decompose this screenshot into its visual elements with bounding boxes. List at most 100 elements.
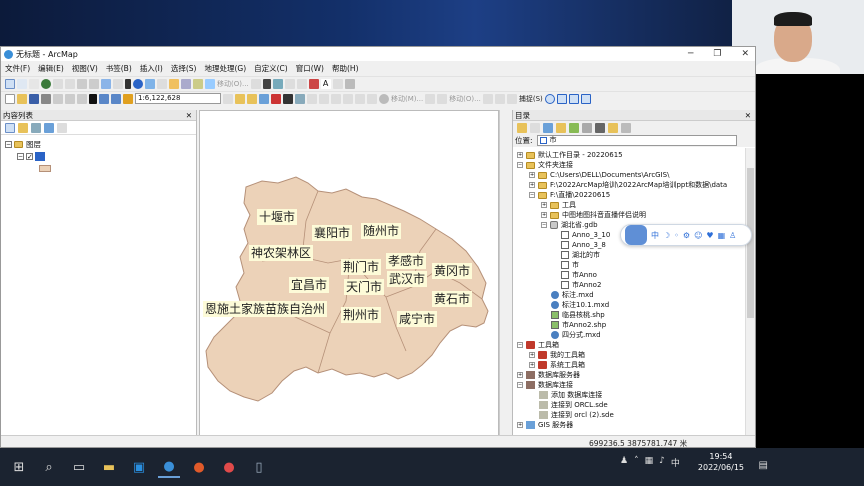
maximize-button[interactable]: ❐: [713, 47, 721, 61]
rotate-icon[interactable]: [355, 93, 365, 104]
tree-item[interactable]: 标注10.1.mxd: [551, 300, 609, 310]
sync-icon[interactable]: [621, 122, 631, 133]
list-by-selection-icon[interactable]: [44, 122, 54, 133]
new-document-icon[interactable]: [5, 93, 15, 104]
clock[interactable]: 19:54 2022/06/15: [698, 451, 744, 473]
add-data-icon[interactable]: [123, 93, 133, 104]
tree-item[interactable]: + 系统工具箱: [529, 360, 585, 370]
options-icon[interactable]: [57, 122, 67, 133]
tree-item[interactable]: − 文件夹连接: [517, 160, 573, 170]
list-by-visibility-icon[interactable]: [31, 122, 41, 133]
search-window-icon[interactable]: [259, 93, 269, 104]
task-view-icon[interactable]: ▭: [68, 456, 90, 478]
tree-item[interactable]: Anno_3_10: [561, 230, 610, 240]
edit-tool-icon[interactable]: [250, 78, 261, 89]
circle-icon[interactable]: [296, 78, 307, 89]
open-icon[interactable]: [17, 93, 27, 104]
menu-view[interactable]: 视图(V): [68, 63, 102, 74]
tree-item[interactable]: 四分式.mxd: [551, 330, 601, 340]
georef-icon[interactable]: [307, 93, 317, 104]
tree-item[interactable]: + 中图地图抖音直播伴侣说明: [541, 210, 646, 220]
home-icon[interactable]: [556, 122, 566, 133]
floatbar-item[interactable]: ☽: [663, 231, 670, 240]
forward-icon[interactable]: [89, 78, 99, 89]
tree-item[interactable]: + 工具: [541, 200, 576, 210]
views-icon[interactable]: [595, 122, 605, 133]
tree-item[interactable]: 添加 数据库连接: [539, 390, 602, 400]
html-popup-icon[interactable]: [181, 78, 191, 89]
tree-item[interactable]: 湖北的市: [561, 250, 600, 260]
arctoolbox-icon[interactable]: [271, 93, 281, 104]
assistant-floating-toolbar[interactable]: 中 ☽ ◦ ⚙ ☺ ♥ ▦ ♙: [620, 224, 752, 246]
undo-icon[interactable]: [99, 93, 109, 104]
tree-item[interactable]: + GIS 服务器: [517, 420, 573, 430]
floatbar-item[interactable]: ♙: [729, 231, 736, 240]
python-icon[interactable]: [283, 93, 293, 104]
sketch-icon[interactable]: [379, 93, 389, 104]
list-by-source-icon[interactable]: [18, 122, 28, 133]
attributes-icon[interactable]: [367, 93, 377, 104]
map-view[interactable]: 十堰市 襄阳市 随州市 神农架林区 孝感市 荆门市 黄冈市 宜昌市 武汉市 天门…: [199, 110, 499, 436]
tree-item[interactable]: − 工具箱: [517, 340, 559, 350]
menu-edit[interactable]: 编辑(E): [34, 63, 68, 74]
search-icon[interactable]: ⌕: [38, 456, 60, 478]
tree-item[interactable]: − 湖北省.gdb: [541, 220, 598, 230]
toggle-contents-icon[interactable]: [582, 122, 592, 133]
floatbar-item[interactable]: 中: [651, 230, 659, 241]
robot-icon[interactable]: [625, 225, 647, 245]
zoom-in-icon[interactable]: [5, 78, 15, 89]
delete-icon[interactable]: [89, 93, 97, 104]
rectangle-icon[interactable]: [272, 78, 283, 89]
file-explorer-icon[interactable]: ▬: [98, 456, 120, 478]
vertex-icon[interactable]: [319, 93, 329, 104]
draw-icon[interactable]: [308, 78, 319, 89]
polygon-icon[interactable]: [284, 78, 295, 89]
tree-item[interactable]: − F:\直播\20220615: [529, 190, 610, 200]
edit-annotation-icon[interactable]: [425, 93, 436, 104]
tree-item[interactable]: 连接到 ORCL.sde: [539, 400, 608, 410]
collapse-icon[interactable]: −: [5, 140, 12, 148]
paste-icon[interactable]: [77, 93, 87, 104]
notification-icon[interactable]: ▤: [759, 460, 768, 471]
layout-view-icon[interactable]: [344, 78, 355, 89]
collapse-icon-2[interactable]: −: [17, 152, 24, 160]
up-one-level-icon[interactable]: [543, 122, 553, 133]
user-icon[interactable]: ♟: [620, 456, 628, 469]
new-folder-icon[interactable]: [608, 122, 618, 133]
clear-selection-icon[interactable]: [113, 78, 123, 89]
chevron-up-icon[interactable]: ˄: [634, 456, 639, 469]
menu-customize[interactable]: 自定义(C): [250, 63, 292, 74]
point-snapping-icon[interactable]: [544, 93, 555, 104]
tree-item[interactable]: 市: [561, 260, 579, 270]
floatbar-item[interactable]: ☺: [694, 231, 702, 240]
parcel-icon[interactable]: [506, 93, 517, 104]
toc-close-icon[interactable]: ✕: [186, 110, 192, 120]
network-icon[interactable]: ▦: [645, 456, 654, 469]
meeting-app-icon[interactable]: ▣: [128, 456, 150, 478]
vertex-snapping-icon[interactable]: [568, 93, 579, 104]
arcmap-taskbar-icon[interactable]: ●: [158, 456, 180, 478]
topology-icon[interactable]: [437, 93, 448, 104]
ime-icon[interactable]: 中: [671, 456, 680, 469]
tree-item[interactable]: 市Anno: [561, 270, 597, 280]
editor-toolbar-icon[interactable]: [223, 93, 233, 104]
menu-windows[interactable]: 窗口(W): [292, 63, 328, 74]
visibility-checkbox[interactable]: ✓: [26, 152, 33, 160]
catalog-window-icon[interactable]: [247, 93, 257, 104]
tree-item[interactable]: + 默认工作目录 - 20220615: [517, 150, 623, 160]
tree-item[interactable]: 市Anno2: [561, 280, 601, 290]
snapping-label[interactable]: 捕捉(S): [519, 94, 543, 104]
layer-row[interactable]: − ✓: [5, 151, 196, 161]
tree-item[interactable]: + 我的工具箱: [529, 350, 585, 360]
tree-item[interactable]: 临县核桃.shp: [551, 310, 605, 320]
select-features-icon[interactable]: [101, 78, 111, 89]
edge-snapping-icon[interactable]: [580, 93, 591, 104]
zoom-out-icon[interactable]: [17, 78, 27, 89]
move-label-2[interactable]: 移动(M)...: [391, 94, 423, 104]
pan-icon[interactable]: [29, 78, 39, 89]
close-button[interactable]: ✕: [741, 47, 749, 61]
menu-file[interactable]: 文件(F): [1, 63, 34, 74]
connect-folder-icon[interactable]: [569, 122, 579, 133]
time-slider-icon[interactable]: [193, 78, 203, 89]
map-scrollbar[interactable]: [499, 110, 509, 436]
